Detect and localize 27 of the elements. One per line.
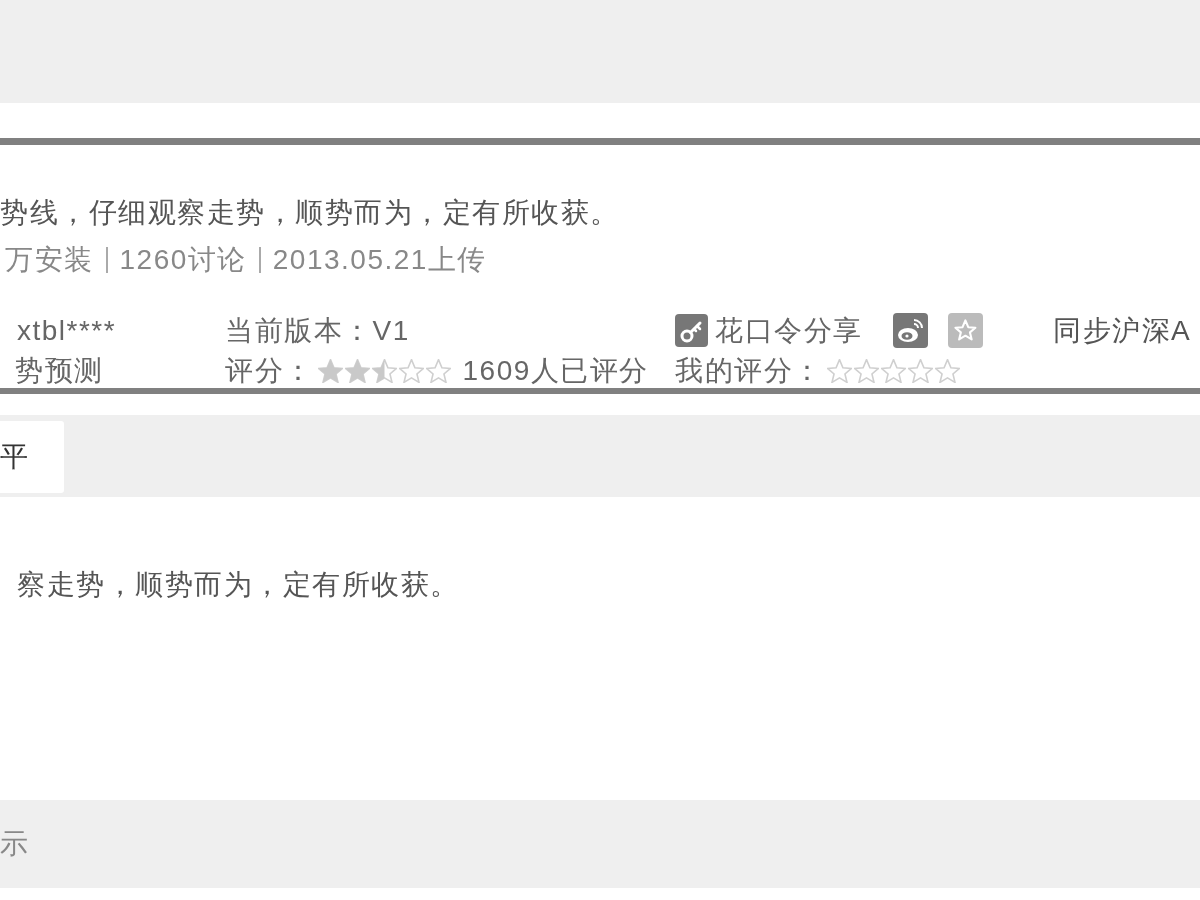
- stat-text: 1260讨论: [119, 243, 247, 277]
- stat-text: 万安装: [5, 243, 94, 277]
- app-description: 势线，仔细观察走势，顺势而为，定有所收获。: [0, 196, 621, 230]
- author-name: xtbl****: [17, 314, 117, 347]
- stat-text: 2013.05.21上传: [272, 243, 487, 277]
- star-icon[interactable]: [907, 359, 933, 383]
- star-icon: [398, 359, 424, 383]
- star-icon: [425, 359, 451, 383]
- star-icon[interactable]: [826, 359, 852, 383]
- ring-logo-icon[interactable]: [892, 313, 928, 348]
- version-text: 当前版本：V1: [225, 314, 410, 347]
- star-icon[interactable]: [880, 359, 906, 383]
- key-icon: [675, 314, 708, 347]
- category-text: 势预测: [15, 355, 104, 387]
- rating-label: 评分：: [225, 355, 314, 387]
- star-icon: [317, 359, 343, 383]
- star-icon[interactable]: [853, 359, 879, 383]
- rating-count: 1609人已评分: [462, 355, 649, 387]
- star-icon: [344, 359, 370, 383]
- star-icon: [371, 359, 397, 383]
- notice-title: 示: [0, 827, 30, 861]
- tab[interactable]: 平: [0, 421, 64, 493]
- share-button[interactable]: 花口令分享: [675, 314, 863, 347]
- my-rating-label: 我的评分：: [675, 355, 823, 387]
- star-icon[interactable]: [934, 359, 960, 383]
- body-text: 察走势，顺势而为，定有所收获。: [16, 568, 461, 602]
- sync-text: 同步沪深A: [1053, 314, 1192, 347]
